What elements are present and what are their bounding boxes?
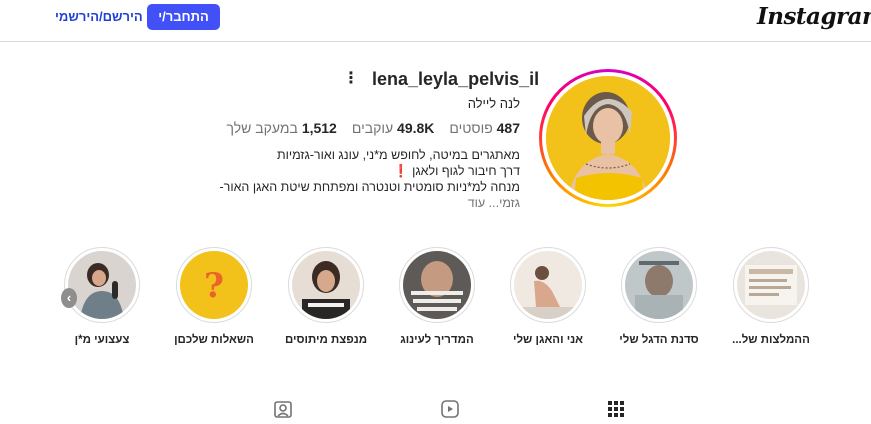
profile-tabs — [0, 393, 871, 418]
highlight-cover — [292, 251, 360, 319]
signup-link[interactable]: הירשם/הירשמי — [55, 9, 143, 24]
highlight-label: השאלות שלכםן — [174, 334, 254, 346]
profile-username: lena_leyla_pelvis_il — [372, 69, 540, 89]
highlight-item[interactable]: סדנת הדגל שלי — [619, 247, 699, 346]
highlight-label: ההמלצות של... — [732, 334, 810, 346]
bio-line-3: מנחה למ*ניות סומטית וטנטרה ומפתחת שיטת ה… — [219, 180, 520, 194]
posts-label: פוסטים — [449, 120, 493, 136]
highlight-label: אני והאגן שלי — [512, 334, 584, 346]
avatar — [546, 76, 670, 200]
instagram-logo[interactable]: Instagram — [757, 3, 871, 30]
top-bar: Instagram התחבר/י הירשם/הירשמי — [0, 0, 871, 42]
highlight-item[interactable]: ? השאלות שלכםן — [174, 247, 254, 346]
more-options-icon[interactable]: ⋮ — [343, 68, 359, 88]
posts-count: 487 פוסטים — [449, 120, 520, 136]
highlight-cover — [625, 251, 693, 319]
following-label: במעקב שלך — [226, 120, 298, 136]
highlight-cover — [514, 251, 582, 319]
posts-value: 487 — [496, 120, 520, 136]
followers-label: עוקבים — [351, 120, 394, 136]
highlight-cover — [403, 251, 471, 319]
highlight-label: המדריך לעינוג — [400, 334, 474, 346]
highlight-item[interactable]: אני והאגן שלי — [510, 247, 586, 346]
highlight-item[interactable]: המדריך לעינוג — [399, 247, 475, 346]
profile-avatar-ring[interactable] — [539, 69, 677, 207]
highlight-cover — [68, 251, 136, 319]
story-highlights: ההמלצות של... סדנת הדגל שלי אני והאגן של… — [0, 240, 871, 350]
grid-icon[interactable] — [606, 399, 626, 419]
highlight-label: מנפצת מיתוסים — [284, 334, 368, 346]
following-count[interactable]: 1,512 במעקב שלך — [227, 120, 337, 136]
highlight-item[interactable]: מנפצת מיתוסים — [285, 247, 367, 346]
highlight-label: צעצועי מ*ן — [74, 334, 130, 346]
bio-line-2: דרך חיבור לגוף ולאגן ❗ — [200, 163, 520, 179]
highlight-item[interactable]: ההמלצות של... — [732, 247, 810, 346]
profile-bio: מאתגרים במיטה, לחופש מ*ני, עונג ואור-גזמ… — [200, 147, 520, 211]
svg-text:?: ? — [204, 266, 224, 306]
profile-full-name: לנה ליילה — [467, 96, 520, 111]
question-mark-icon: ? — [180, 251, 248, 319]
exclamation-icon: ❗ — [393, 164, 409, 178]
login-button[interactable]: התחבר/י — [147, 4, 220, 30]
chevron-left-icon[interactable]: ‹ — [61, 288, 77, 308]
followers-count[interactable]: 49.8K עוקבים — [352, 120, 435, 136]
bio-line-2-text: דרך חיבור לגוף ולאגן — [412, 164, 520, 178]
reels-icon[interactable] — [440, 399, 460, 419]
followers-value: 49.8K — [397, 120, 435, 136]
bio-more-link[interactable]: גזמי... עוד — [200, 195, 520, 211]
bio-line-1: מאתגרים במיטה, לחופש מ*ני, עונג ואור-גזמ… — [276, 148, 520, 162]
highlight-cover — [737, 251, 805, 319]
highlight-label: סדנת הדגל שלי — [619, 334, 699, 346]
profile-stats: 487 פוסטים 49.8K עוקבים 1,512 במעקב שלך — [227, 120, 520, 136]
tagged-icon[interactable] — [273, 399, 293, 419]
following-value: 1,512 — [301, 120, 337, 136]
